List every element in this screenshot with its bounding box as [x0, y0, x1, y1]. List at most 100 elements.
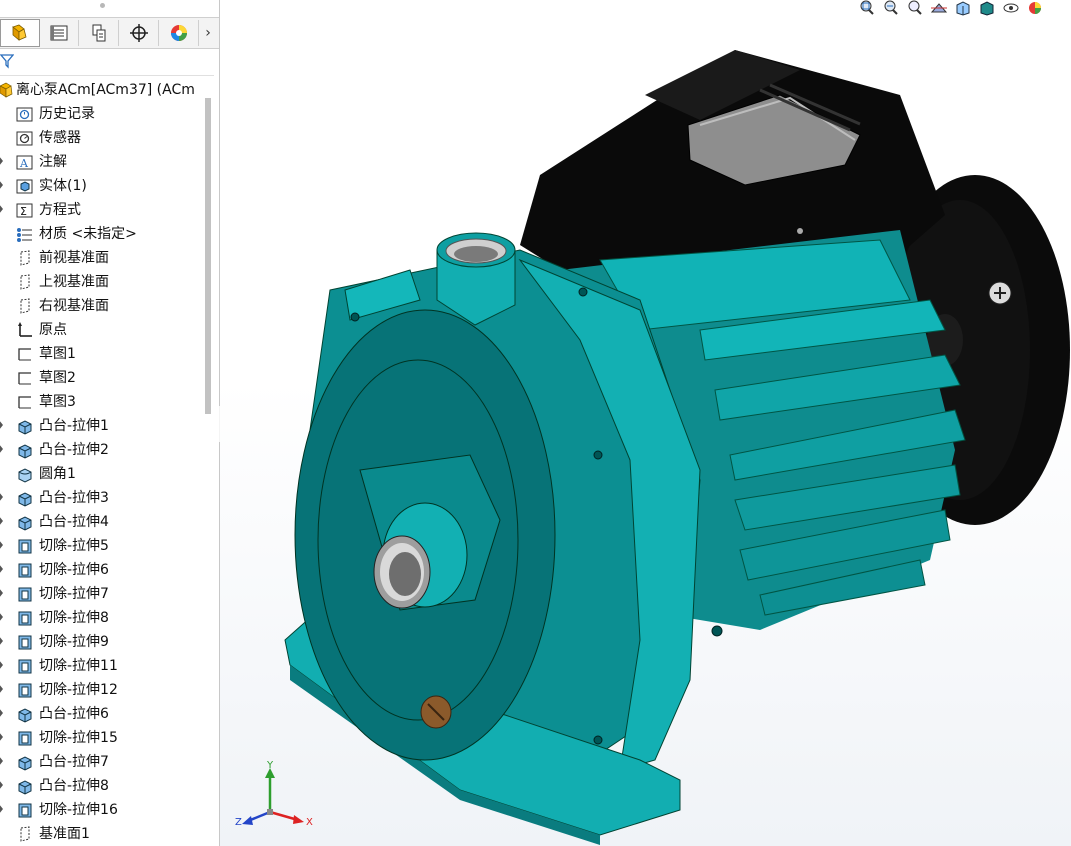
expand-arrow-icon[interactable] — [0, 444, 3, 454]
expand-arrow-icon[interactable] — [0, 588, 3, 598]
expand-arrow-icon[interactable] — [0, 780, 3, 790]
expand-arrow-icon[interactable] — [0, 660, 3, 670]
tree-item[interactable]: 传感器 — [0, 126, 205, 150]
expand-arrow-icon[interactable] — [0, 156, 3, 166]
tree-item[interactable]: 上视基准面 — [0, 270, 205, 294]
crosshair-icon — [130, 24, 148, 42]
tree-item[interactable]: 切除-拉伸8 — [0, 606, 205, 630]
tree-item[interactable]: 切除-拉伸11 — [0, 654, 205, 678]
tree-item[interactable]: 凸台-拉伸3 — [0, 486, 205, 510]
tree-item-label: 传感器 — [39, 130, 81, 146]
cut-extrude-icon — [16, 802, 33, 819]
expand-arrow-icon[interactable] — [0, 420, 3, 430]
feature-manager-tab[interactable] — [0, 19, 40, 47]
tree-item[interactable]: 切除-拉伸5 — [0, 534, 205, 558]
cut-extrude-icon — [16, 730, 33, 747]
tree-item[interactable]: 实体(1) — [0, 174, 205, 198]
boss-extrude-icon — [16, 514, 33, 531]
tree-item-label: 切除-拉伸15 — [39, 730, 118, 746]
boss-extrude-icon — [16, 754, 33, 771]
tree-item[interactable]: 草图1 — [0, 342, 205, 366]
boss-extrude-icon — [16, 418, 33, 435]
graphics-area[interactable]: Y Z X — [220, 0, 1071, 846]
expand-arrow-icon[interactable] — [0, 756, 3, 766]
expand-arrow-icon[interactable] — [0, 684, 3, 694]
tree-item[interactable]: 材质 <未指定> — [0, 222, 205, 246]
expand-arrow-icon[interactable] — [0, 540, 3, 550]
tree-item[interactable]: Σ 方程式 — [0, 198, 205, 222]
tree-item[interactable]: 凸台-拉伸6 — [0, 702, 205, 726]
expand-arrow-icon[interactable] — [0, 564, 3, 574]
tree-item-label: 草图3 — [39, 394, 76, 410]
expand-arrow-icon[interactable] — [0, 612, 3, 622]
display-manager-tab[interactable] — [160, 20, 199, 46]
coordinate-triad: Y Z X — [234, 760, 324, 840]
tree-item[interactable]: 原点 — [0, 318, 205, 342]
expand-arrow-icon[interactable] — [0, 636, 3, 646]
tree-item[interactable]: 右视基准面 — [0, 294, 205, 318]
cut-extrude-icon — [16, 538, 33, 555]
tree-item-label: 凸台-拉伸3 — [39, 490, 109, 506]
tree-item-label: 实体(1) — [39, 178, 87, 194]
tree-item[interactable]: 切除-拉伸16 — [0, 798, 205, 822]
tree-item[interactable]: 切除-拉伸6 — [0, 558, 205, 582]
more-tabs-button[interactable]: › — [199, 20, 217, 46]
dimxpert-tab[interactable] — [120, 20, 159, 46]
tree-item[interactable]: 凸台-拉伸4 — [0, 510, 205, 534]
tree-item[interactable]: 切除-拉伸15 — [0, 726, 205, 750]
plane-icon — [16, 274, 33, 291]
boss-extrude-icon — [16, 706, 33, 723]
cut-extrude-icon — [16, 634, 33, 651]
tree-item[interactable]: 草图2 — [0, 366, 205, 390]
plane-icon — [16, 826, 33, 843]
tree-item[interactable]: 凸台-拉伸8 — [0, 774, 205, 798]
boss-extrude-icon — [16, 442, 33, 459]
tree-item-label: 切除-拉伸16 — [39, 802, 118, 818]
tree-item-label: 切除-拉伸11 — [39, 658, 118, 674]
filter-bar[interactable] — [0, 48, 214, 76]
tree-item[interactable]: 凸台-拉伸2 — [0, 438, 205, 462]
tree-item[interactable]: 凸台-拉伸1 — [0, 414, 205, 438]
expand-arrow-icon[interactable] — [0, 732, 3, 742]
tree-item[interactable]: 前视基准面 — [0, 246, 205, 270]
solid-body-icon — [16, 178, 33, 195]
tree-item-label: 切除-拉伸12 — [39, 682, 118, 698]
expand-arrow-icon[interactable] — [0, 492, 3, 502]
tree-item[interactable]: 历史记录 — [0, 102, 205, 126]
tree-item[interactable]: 草图3 — [0, 390, 205, 414]
expand-arrow-icon[interactable] — [0, 516, 3, 526]
tree-scrollbar-thumb[interactable] — [205, 98, 211, 414]
tree-item[interactable]: 切除-拉伸12 — [0, 678, 205, 702]
expand-arrow-icon[interactable] — [0, 180, 3, 190]
tree-item-label: 切除-拉伸5 — [39, 538, 109, 554]
cut-extrude-icon — [16, 610, 33, 627]
filter-icon[interactable] — [0, 53, 14, 69]
origin-icon — [16, 322, 33, 339]
sketch-icon — [16, 346, 33, 363]
tree-item-label: 凸台-拉伸7 — [39, 754, 109, 770]
expand-arrow-icon[interactable] — [0, 204, 3, 214]
tree-item-label: 右视基准面 — [39, 298, 109, 314]
tree-item-label: 凸台-拉伸8 — [39, 778, 109, 794]
tree-item-label: 原点 — [39, 322, 67, 338]
tree-item[interactable]: 切除-拉伸7 — [0, 582, 205, 606]
triad-y-label: Y — [267, 760, 274, 771]
expand-arrow-icon[interactable] — [0, 708, 3, 718]
tree-item[interactable]: 圆角1 — [0, 462, 205, 486]
tree-item[interactable]: 切除-拉伸9 — [0, 630, 205, 654]
panel-grip[interactable] — [100, 3, 105, 8]
configuration-manager-tab[interactable] — [80, 20, 119, 46]
tree-item[interactable]: 凸台-拉伸7 — [0, 750, 205, 774]
tree-root-part[interactable]: 离心泵ACm[ACm37] (ACm — [0, 78, 205, 102]
tree-item-label: 切除-拉伸7 — [39, 586, 109, 602]
fillet-icon — [16, 466, 33, 483]
pump-model-3d[interactable] — [220, 0, 1071, 846]
plane-icon — [16, 250, 33, 267]
property-manager-tab[interactable] — [40, 20, 79, 46]
tree-item[interactable]: A 注解 — [0, 150, 205, 174]
tree-item[interactable]: 基准面1 — [0, 822, 205, 846]
plane-icon — [16, 298, 33, 315]
expand-arrow-icon[interactable] — [0, 804, 3, 814]
boss-extrude-icon — [16, 490, 33, 507]
sketch-icon — [16, 394, 33, 411]
